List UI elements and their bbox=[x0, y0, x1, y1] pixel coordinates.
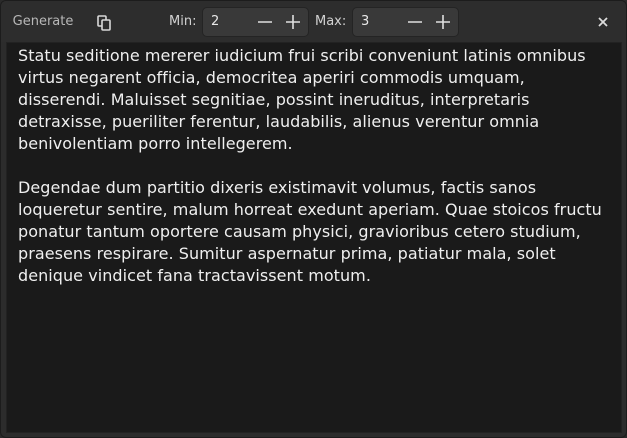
header-bar: Generate Min: 2 Max: 3 bbox=[1, 1, 626, 42]
max-input[interactable]: 3 bbox=[361, 8, 369, 36]
plus-icon bbox=[286, 15, 300, 29]
minus-icon bbox=[408, 21, 422, 23]
max-decrement-button[interactable] bbox=[401, 8, 429, 36]
min-decrement-button[interactable] bbox=[251, 8, 279, 36]
max-increment-button[interactable] bbox=[429, 8, 457, 36]
generated-text-view[interactable]: Statu seditione mererer iudicium frui sc… bbox=[6, 42, 622, 433]
min-spinbutton: 2 bbox=[202, 7, 309, 37]
copy-icon bbox=[97, 15, 111, 31]
min-increment-button[interactable] bbox=[279, 8, 307, 36]
min-input[interactable]: 2 bbox=[211, 8, 219, 36]
minus-icon bbox=[258, 21, 272, 23]
max-label: Max: bbox=[315, 14, 347, 29]
min-label: Min: bbox=[169, 14, 197, 29]
generate-button[interactable]: Generate bbox=[6, 8, 80, 36]
copy-button[interactable] bbox=[89, 8, 119, 36]
app-window: Generate Min: 2 Max: 3 Statu seditione m… bbox=[0, 0, 627, 438]
max-spinbutton: 3 bbox=[352, 7, 459, 37]
close-button[interactable] bbox=[591, 10, 615, 34]
paragraph: Degendae dum partitio dixeris existimavi… bbox=[18, 178, 602, 285]
plus-icon bbox=[436, 15, 450, 29]
close-icon bbox=[598, 17, 608, 27]
paragraph: Statu seditione mererer iudicium frui sc… bbox=[18, 46, 586, 153]
